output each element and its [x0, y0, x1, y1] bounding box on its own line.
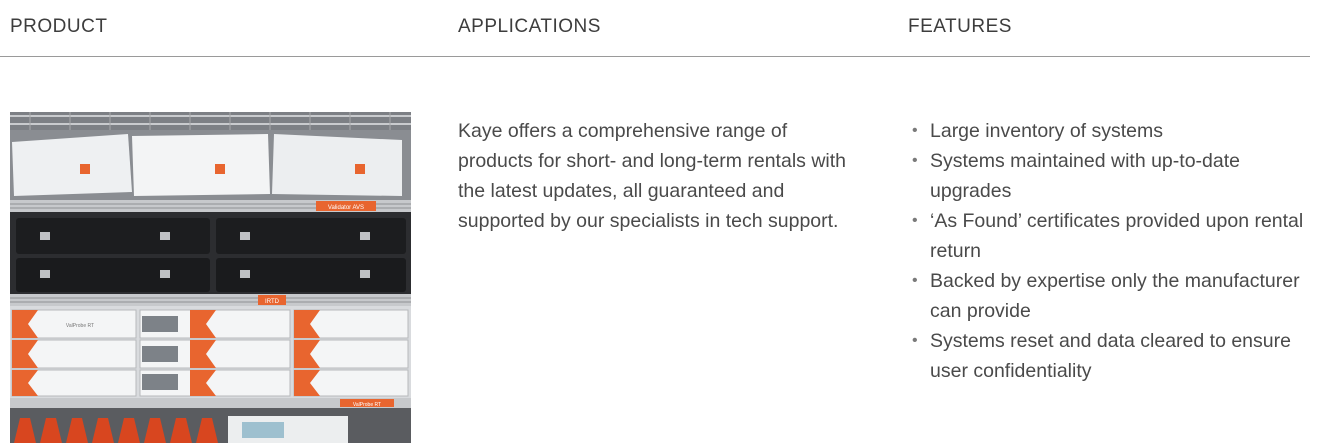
bullet-icon: • [912, 152, 918, 169]
feature-item: • Systems maintained with up-to-date upgr… [912, 146, 1312, 206]
box-label: ValProbe RT [66, 323, 94, 329]
bullet-icon: • [912, 122, 918, 139]
shelf-label-bottom: ValProbe RT [353, 402, 381, 408]
column-header-product: PRODUCT [10, 16, 108, 37]
feature-item: • Backed by expertise only the manufactur… [912, 266, 1312, 326]
applications-description: Kaye offers a comprehensive range of pro… [458, 120, 847, 232]
features-list: • Large inventory of systems • Systems mai… [912, 116, 1312, 386]
bullet-icon: • [912, 332, 918, 349]
product-photo: Validator AVS IRTD ValProbe RT ValProbe … [10, 112, 411, 443]
shelf-label-middle: IRTD [265, 299, 280, 305]
bullet-icon: • [912, 272, 918, 289]
feature-item: • Large inventory of systems [912, 116, 1312, 146]
feature-item: • ‘As Found’ certificates provided upon r… [912, 206, 1312, 266]
shelf-label-top: Validator AVS [328, 205, 364, 211]
column-header-features: FEATURES [908, 16, 1012, 37]
header-divider [0, 56, 1310, 57]
feature-item: • Systems reset and data cleared to ensur… [912, 326, 1312, 386]
bullet-icon: • [912, 212, 918, 229]
column-header-applications: APPLICATIONS [458, 16, 601, 37]
